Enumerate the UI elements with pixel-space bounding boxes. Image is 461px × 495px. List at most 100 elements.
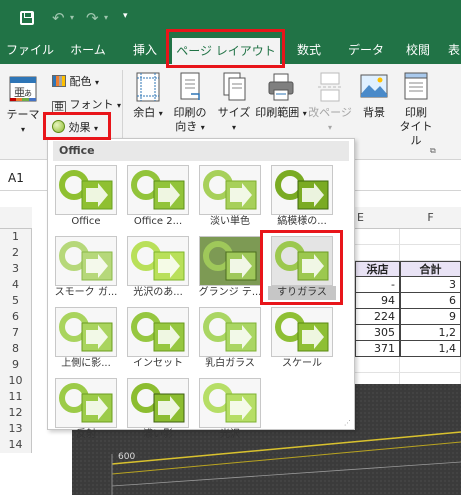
size-button[interactable]: サイズ ▾: [214, 72, 254, 135]
effect-option-label: 淡い単色: [210, 216, 250, 227]
cell-e[interactable]: 浜店: [355, 261, 400, 277]
row-header[interactable]: 4: [0, 277, 32, 293]
row-header[interactable]: 9: [0, 357, 32, 373]
effect-thumbnail-icon: [55, 307, 117, 357]
cell-e[interactable]: 305: [355, 325, 400, 341]
effect-option[interactable]: 光沢のあ...: [124, 236, 192, 302]
cell-f[interactable]: [400, 229, 461, 245]
background-button[interactable]: 背景: [356, 72, 392, 120]
cell-f[interactable]: 3: [400, 277, 461, 293]
effect-option[interactable]: Office 2...: [124, 165, 192, 231]
effect-option[interactable]: 反射: [52, 378, 120, 444]
cell-f[interactable]: [400, 357, 461, 373]
row-header[interactable]: 6: [0, 309, 32, 325]
effect-thumbnail-icon: [271, 165, 333, 215]
tab-insert[interactable]: 挿入: [122, 36, 168, 64]
orientation-dropdown-icon: ▾: [200, 123, 205, 132]
effect-option-label: 縞模様の...: [277, 216, 327, 227]
tab-view[interactable]: 表: [444, 36, 461, 64]
tab-page-layout[interactable]: ページ レイアウト: [172, 38, 280, 64]
fonts-icon: 亜: [52, 101, 66, 114]
orientation-label-2: 向き: [175, 120, 198, 133]
print-titles-icon: [404, 72, 428, 100]
orientation-button[interactable]: 印刷の 向き ▾: [168, 72, 212, 135]
effect-option[interactable]: 縞模様の...: [268, 165, 336, 231]
cell-e[interactable]: [355, 229, 400, 245]
row-header[interactable]: 2: [0, 245, 32, 261]
cell-e[interactable]: [355, 245, 400, 261]
redo-icon[interactable]: ↷: [86, 9, 99, 27]
cell-f[interactable]: 1,2: [400, 325, 461, 341]
column-header-f[interactable]: F: [400, 207, 461, 229]
effect-option-label: スケール: [282, 358, 322, 369]
cell-f[interactable]: 合計: [400, 261, 461, 277]
cell-f[interactable]: 1,4: [400, 341, 461, 357]
cell-f[interactable]: [400, 245, 461, 261]
effect-option-label: 濃い影: [143, 429, 173, 440]
row-header[interactable]: 12: [0, 405, 32, 421]
column-header-e[interactable]: E: [355, 207, 400, 229]
cell-f[interactable]: 9: [400, 309, 461, 325]
background-icon: [360, 74, 388, 98]
save-icon[interactable]: [20, 11, 34, 25]
cell-e[interactable]: [355, 357, 400, 373]
effect-option-label: スモーク ガ...: [54, 287, 118, 298]
effect-thumbnail-icon: [199, 307, 261, 357]
row-header[interactable]: 14: [0, 437, 32, 453]
tab-home[interactable]: ホーム: [62, 36, 114, 64]
print-area-button[interactable]: 印刷範囲 ▾: [254, 72, 308, 121]
print-titles-button[interactable]: 印刷 タイトル: [396, 72, 436, 148]
row-header[interactable]: 8: [0, 341, 32, 357]
orientation-label-1: 印刷の: [173, 106, 207, 119]
effects-button[interactable]: 効果 ▾: [52, 119, 98, 135]
undo-icon[interactable]: ↶: [52, 9, 65, 27]
cell-e[interactable]: 94: [355, 293, 400, 309]
row-header[interactable]: 10: [0, 373, 32, 389]
row-header[interactable]: 5: [0, 293, 32, 309]
row-header[interactable]: 3: [0, 261, 32, 277]
effect-thumbnail-icon: [199, 165, 261, 215]
cell-e[interactable]: -: [355, 277, 400, 293]
tab-formulas[interactable]: 数式: [286, 36, 332, 64]
effect-option[interactable]: 乳白ガラス: [196, 307, 264, 373]
row-header[interactable]: 11: [0, 389, 32, 405]
effect-option[interactable]: Office: [52, 165, 120, 231]
effect-option[interactable]: 上側に影...: [52, 307, 120, 373]
margins-label: 余白: [133, 106, 156, 119]
effect-option[interactable]: 濃い影: [124, 378, 192, 444]
row-header[interactable]: 13: [0, 421, 32, 437]
breaks-button[interactable]: 改ページ ▾: [306, 72, 354, 135]
tab-file[interactable]: ファイル: [6, 36, 54, 64]
effect-option[interactable]: 淡い単色: [196, 165, 264, 231]
title-bar: ↶ ▾ ↷ ▾ ▾: [0, 0, 461, 36]
effect-thumbnail-icon: [55, 165, 117, 215]
row-header[interactable]: 7: [0, 325, 32, 341]
themes-button[interactable]: 亜 あ テーマ ▾: [6, 76, 40, 137]
effect-option[interactable]: スケール: [268, 307, 336, 373]
resize-grip-icon[interactable]: ⋰: [344, 419, 352, 427]
breaks-icon: [318, 72, 342, 102]
effect-thumbnail-icon: [271, 236, 333, 286]
select-all-corner[interactable]: [0, 207, 32, 229]
tab-review[interactable]: 校閲: [396, 36, 440, 64]
effect-option[interactable]: 光沢: [196, 378, 264, 444]
redo-dropdown-icon[interactable]: ▾: [104, 13, 108, 22]
effect-option[interactable]: グランジ テ...: [196, 236, 264, 302]
themes-label: テーマ: [6, 108, 40, 121]
tab-data[interactable]: データ: [342, 36, 390, 64]
fonts-button[interactable]: 亜 フォント ▾: [52, 96, 121, 114]
name-box[interactable]: A1: [8, 171, 24, 185]
cell-e[interactable]: 371: [355, 341, 400, 357]
customize-quick-access-icon[interactable]: ▾: [123, 11, 128, 21]
effect-option[interactable]: すりガラス: [268, 236, 336, 302]
effect-thumbnail-icon: [199, 378, 261, 428]
page-setup-launcher-icon[interactable]: ⧉: [430, 146, 436, 156]
row-header[interactable]: 1: [0, 229, 32, 245]
cell-e[interactable]: 224: [355, 309, 400, 325]
colors-button[interactable]: 配色 ▾: [52, 73, 99, 89]
effect-option[interactable]: インセット: [124, 307, 192, 373]
effect-option[interactable]: スモーク ガ...: [52, 236, 120, 302]
margins-button[interactable]: 余白 ▾: [128, 72, 168, 121]
undo-dropdown-icon[interactable]: ▾: [70, 13, 74, 22]
cell-f[interactable]: 6: [400, 293, 461, 309]
